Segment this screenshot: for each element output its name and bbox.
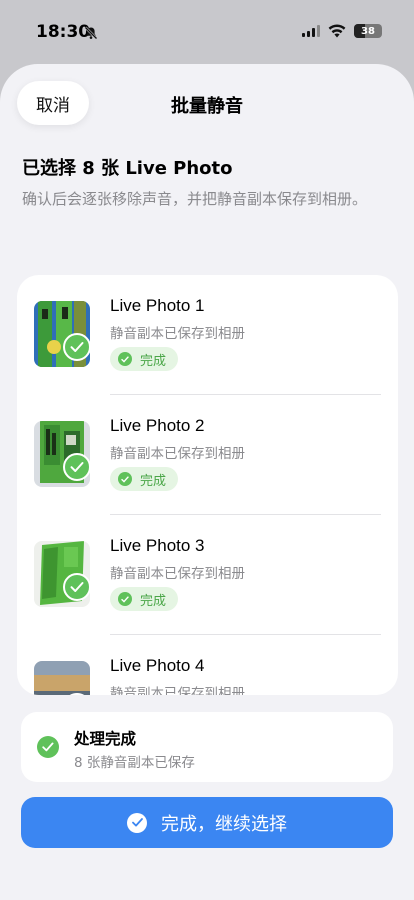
cellular-signal-icon xyxy=(302,25,320,37)
sheet-title: 批量静音 xyxy=(171,96,243,117)
check-icon xyxy=(118,592,132,606)
result-title: 处理完成 xyxy=(74,730,137,748)
check-icon xyxy=(118,352,132,366)
selected-check-icon xyxy=(63,333,91,361)
status-time: 18:30 xyxy=(36,22,91,42)
selection-description: 确认后会逐张移除声音，并把静音副本保存到相册。 xyxy=(22,190,368,208)
status-badge: 完成 xyxy=(110,467,179,491)
success-check-icon xyxy=(37,736,59,758)
battery-icon: 38 xyxy=(354,24,382,38)
list-item[interactable]: Live Photo 1 静音副本已保存到相册 完成 xyxy=(17,275,398,395)
list-item[interactable]: Live Photo 3 静音副本已保存到相册 完成 xyxy=(17,515,398,635)
selection-heading: 已选择 8 张 Live Photo xyxy=(22,158,233,179)
finish-continue-button[interactable]: 完成，继续选择 xyxy=(21,797,393,848)
status-bar: 18:30 38 xyxy=(0,0,414,64)
list-item[interactable]: Live Photo 4 静音副本已保存到相册 完成 xyxy=(17,635,398,695)
selected-check-icon xyxy=(63,453,91,481)
result-card: 处理完成 8 张静音副本已保存 xyxy=(21,712,393,782)
item-title: Live Photo 3 xyxy=(110,536,205,555)
status-label: 完成 xyxy=(140,473,167,489)
batch-mute-sheet: 取消 批量静音 已选择 8 张 Live Photo 确认后会逐张移除声音，并把… xyxy=(0,64,414,900)
item-subtitle: 静音副本已保存到相册 xyxy=(110,686,245,695)
list-item[interactable]: Live Photo 2 静音副本已保存到相册 完成 xyxy=(17,395,398,515)
item-title: Live Photo 2 xyxy=(110,416,205,435)
wifi-icon xyxy=(328,24,346,38)
status-indicators: 38 xyxy=(302,24,382,38)
selected-check-icon xyxy=(63,573,91,601)
status-label: 完成 xyxy=(140,593,167,609)
result-subtitle: 8 张静音副本已保存 xyxy=(74,755,195,771)
check-icon xyxy=(118,472,132,486)
bell-slash-icon xyxy=(84,26,98,40)
photo-list[interactable]: Live Photo 1 静音副本已保存到相册 完成 Live Photo 2 … xyxy=(17,275,398,695)
finish-continue-label: 完成，继续选择 xyxy=(161,813,287,834)
photo-thumbnail xyxy=(34,661,90,695)
item-title: Live Photo 1 xyxy=(110,296,205,315)
item-title: Live Photo 4 xyxy=(110,656,205,675)
status-label: 完成 xyxy=(140,353,167,369)
item-subtitle: 静音副本已保存到相册 xyxy=(110,326,245,342)
battery-level: 38 xyxy=(361,25,375,37)
status-badge: 完成 xyxy=(110,587,179,611)
status-badge: 完成 xyxy=(110,347,179,371)
item-subtitle: 静音副本已保存到相册 xyxy=(110,566,245,582)
check-circle-icon xyxy=(127,812,147,833)
item-subtitle: 静音副本已保存到相册 xyxy=(110,446,245,462)
